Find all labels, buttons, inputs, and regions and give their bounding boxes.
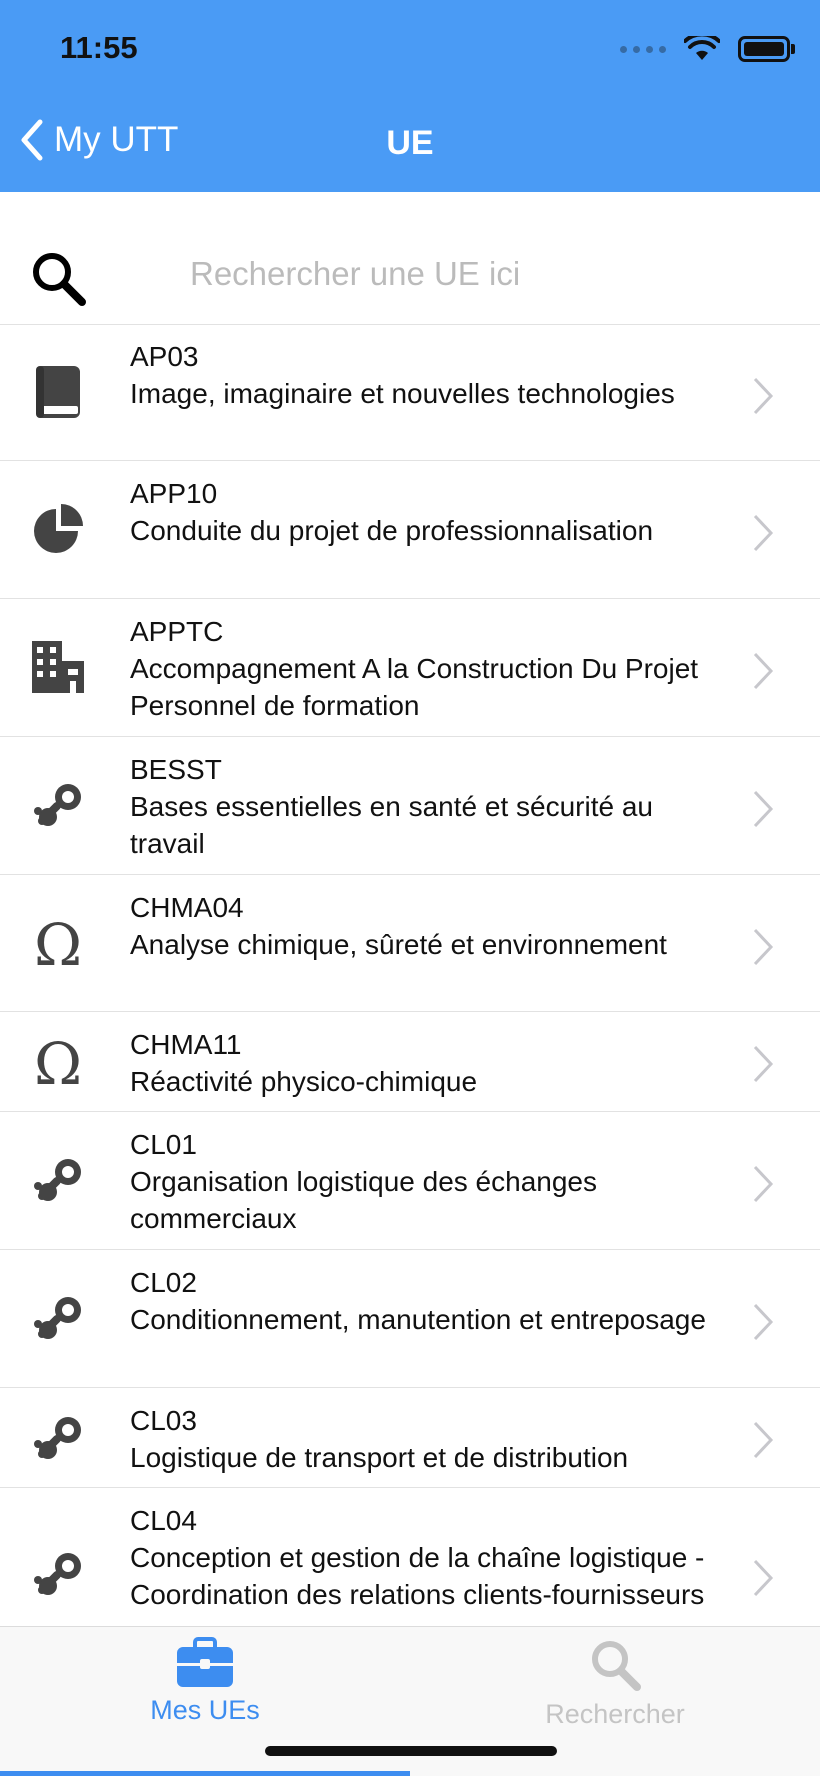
navigation-header: 11:55 My UTT UE [0, 0, 820, 192]
chevron-right-icon [753, 377, 774, 415]
list-item[interactable]: CL02 Conditionnement, manutention et ent… [0, 1250, 820, 1388]
ue-title: Analyse chimique, sûreté et environnemen… [130, 929, 667, 960]
ue-code: CL04 [130, 1505, 197, 1536]
tab-label: Mes UEs [150, 1695, 260, 1725]
ue-title: Image, imaginaire et nouvelles technolog… [130, 378, 675, 409]
pie-chart-icon [34, 504, 83, 553]
ue-title: Bases essentielles en santé et sécurité … [130, 791, 653, 859]
chevron-right-icon [753, 1303, 774, 1341]
steam-icon [34, 1159, 81, 1201]
chevron-right-icon [753, 1045, 774, 1083]
tab-label: Rechercher [545, 1699, 685, 1729]
active-tab-indicator [0, 1771, 410, 1776]
ue-code: CHMA11 [130, 1029, 242, 1060]
chevron-right-icon [753, 1559, 774, 1597]
ue-title: Conduite du projet de professionnalisati… [130, 515, 654, 546]
page-title: UE [386, 124, 434, 162]
list-item[interactable]: CL03 Logistique de transport et de distr… [0, 1388, 820, 1488]
ue-title: Conditionnement, manutention et entrepos… [130, 1304, 706, 1335]
tab-mes-ues[interactable]: Mes UEs [75, 1637, 335, 1726]
ue-code: APP10 [130, 478, 218, 509]
list-item[interactable]: BESST Bases essentielles en santé et séc… [0, 737, 820, 875]
ue-code: AP03 [130, 341, 199, 372]
building-icon [32, 641, 84, 693]
ue-title: Logistique de transport et de distributi… [130, 1442, 629, 1473]
omega-icon: Ω [34, 915, 82, 971]
ue-code: APPTC [130, 616, 224, 647]
tab-rechercher[interactable]: Rechercher [485, 1637, 745, 1730]
steam-icon [34, 1553, 81, 1595]
wifi-icon [684, 36, 720, 60]
omega-icon: Ω [34, 1034, 82, 1090]
search-icon [592, 1641, 641, 1691]
chevron-right-icon [753, 928, 774, 966]
ue-code: BESST [130, 754, 222, 785]
ue-title: Accompagnement A la Construction Du Proj… [130, 653, 699, 721]
list-item[interactable]: Ω CHMA11 Réactivité physico-chimique [0, 1012, 820, 1112]
ue-code: CL01 [130, 1129, 197, 1160]
status-time: 11:55 [60, 30, 138, 65]
briefcase-icon [177, 1637, 233, 1687]
svg-text:Ω: Ω [34, 915, 82, 971]
chevron-right-icon [753, 1421, 774, 1459]
ue-code: CL02 [130, 1267, 197, 1298]
chevron-right-icon [753, 514, 774, 552]
list-item[interactable]: APP10 Conduite du projet de professionna… [0, 461, 820, 599]
list-item[interactable]: Ω CHMA04 Analyse chimique, sûreté et env… [0, 875, 820, 1012]
ue-code: CHMA04 [130, 892, 244, 923]
cellular-signal-icon [620, 45, 666, 53]
svg-text:Ω: Ω [34, 1034, 82, 1090]
list-item[interactable]: CL01 Organisation logistique des échange… [0, 1112, 820, 1250]
search-input[interactable] [188, 248, 772, 300]
ue-code: CL03 [130, 1405, 197, 1436]
book-icon [36, 366, 80, 418]
chevron-right-icon [753, 1165, 774, 1203]
chevron-right-icon [753, 790, 774, 828]
search-icon [33, 253, 86, 306]
home-indicator [265, 1746, 557, 1756]
ue-title: Organisation logistique des échanges com… [130, 1166, 597, 1234]
ue-list: AP03 Image, imaginaire et nouvelles tech… [0, 324, 820, 1626]
list-item[interactable]: AP03 Image, imaginaire et nouvelles tech… [0, 324, 820, 461]
ue-title: Conception et gestion de la chaîne logis… [130, 1542, 705, 1610]
status-indicators [620, 36, 795, 62]
list-item[interactable]: CL04 Conception et gestion de la chaîne … [0, 1488, 820, 1626]
steam-icon [34, 1297, 81, 1339]
steam-icon [34, 784, 81, 826]
steam-icon [34, 1417, 81, 1459]
battery-icon [738, 36, 795, 62]
ue-title: Réactivité physico-chimique [130, 1066, 478, 1097]
chevron-right-icon [753, 652, 774, 690]
list-item[interactable]: APPTC Accompagnement A la Construction D… [0, 599, 820, 737]
